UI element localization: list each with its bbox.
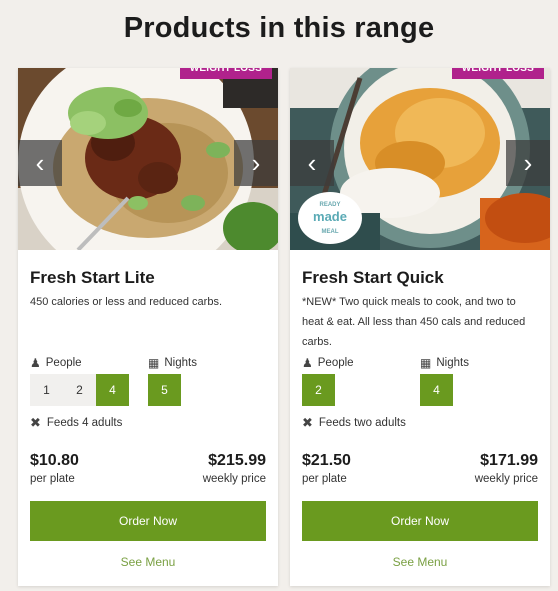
- logo-ready: READY: [319, 202, 340, 208]
- nights-selector: 4: [420, 374, 453, 406]
- per-plate-price: $21.50 per plate: [302, 452, 351, 485]
- product-body: Fresh Start Quick *NEW* Two quick meals …: [302, 250, 540, 352]
- carousel-next-button[interactable]: ›: [506, 140, 550, 186]
- product-title: Fresh Start Lite: [30, 268, 155, 287]
- nights-label: ▦ Nights: [420, 356, 469, 370]
- carousel-prev-button[interactable]: ‹: [18, 140, 62, 186]
- weekly-price-value: $171.99: [480, 452, 538, 469]
- people-option-4[interactable]: 4: [96, 374, 129, 406]
- product-image-carousel: WEIGHT LOSS ‹ ›: [18, 68, 278, 250]
- nights-selector: 5: [148, 374, 181, 406]
- product-card-fresh-start-lite: WEIGHT LOSS ‹ › Fresh Start Lite 450 cal…: [18, 68, 278, 586]
- product-body: Fresh Start Lite 450 calories or less an…: [30, 250, 268, 312]
- chevron-left-icon: ‹: [35, 147, 45, 178]
- carousel-next-button[interactable]: ›: [234, 140, 278, 186]
- weekly-price: $171.99 weekly price: [475, 452, 538, 485]
- see-menu-link[interactable]: See Menu: [302, 555, 538, 569]
- utensils-icon: ✖: [302, 415, 313, 430]
- weekly-price: $215.99 weekly price: [203, 452, 266, 485]
- product-image-carousel: READY made MEAL WEIGHT LOSS ‹ ›: [290, 68, 550, 250]
- people-label: ♟ People: [30, 356, 82, 370]
- per-plate-price: $10.80 per plate: [30, 452, 79, 485]
- product-description: *NEW* Two quick meals to cook, and two t…: [302, 296, 526, 348]
- people-selector: 2: [302, 374, 335, 406]
- people-option-1[interactable]: 1: [30, 374, 63, 406]
- people-option-2[interactable]: 2: [63, 374, 96, 406]
- chevron-right-icon: ›: [523, 147, 533, 178]
- order-now-button[interactable]: Order Now: [302, 501, 538, 541]
- logo-made: made: [313, 209, 347, 224]
- product-description: 450 calories or less and reduced carbs.: [30, 296, 222, 308]
- carousel-prev-button[interactable]: ‹: [290, 140, 334, 186]
- see-menu-link[interactable]: See Menu: [30, 555, 266, 569]
- logo-meal: MEAL: [322, 229, 339, 235]
- people-option-2[interactable]: 2: [302, 374, 335, 406]
- utensils-icon: ✖: [30, 415, 41, 430]
- per-plate-label: per plate: [302, 473, 347, 485]
- nights-option-4[interactable]: 4: [420, 374, 453, 406]
- calendar-icon: ▦: [420, 356, 432, 370]
- nights-label: ▦ Nights: [148, 356, 197, 370]
- people-selector: 1 2 4: [30, 374, 129, 406]
- people-label: ♟ People: [302, 356, 354, 370]
- page-title: Products in this range: [123, 12, 435, 44]
- price-per-plate: $21.50: [302, 452, 351, 469]
- product-card-fresh-start-quick: READY made MEAL WEIGHT LOSS ‹ › Fresh St…: [290, 68, 550, 586]
- calendar-icon: ▦: [148, 356, 160, 370]
- weight-loss-badge: WEIGHT LOSS: [179, 68, 272, 79]
- person-icon: ♟: [302, 356, 313, 370]
- feeds-info: ✖ Feeds 4 adults: [30, 415, 123, 430]
- product-title: Fresh Start Quick: [302, 268, 444, 287]
- chevron-right-icon: ›: [251, 147, 261, 178]
- weekly-price-label: weekly price: [474, 473, 538, 485]
- weight-loss-badge: WEIGHT LOSS: [451, 68, 544, 79]
- per-plate-label: per plate: [30, 473, 75, 485]
- order-now-button[interactable]: Order Now: [30, 501, 266, 541]
- person-icon: ♟: [30, 356, 41, 370]
- feeds-info: ✖ Feeds two adults: [302, 415, 406, 430]
- price-per-plate: $10.80: [30, 452, 79, 469]
- chevron-left-icon: ‹: [307, 147, 317, 178]
- nights-option-5[interactable]: 5: [148, 374, 181, 406]
- weekly-price-label: weekly price: [202, 473, 266, 485]
- weekly-price-value: $215.99: [208, 452, 266, 469]
